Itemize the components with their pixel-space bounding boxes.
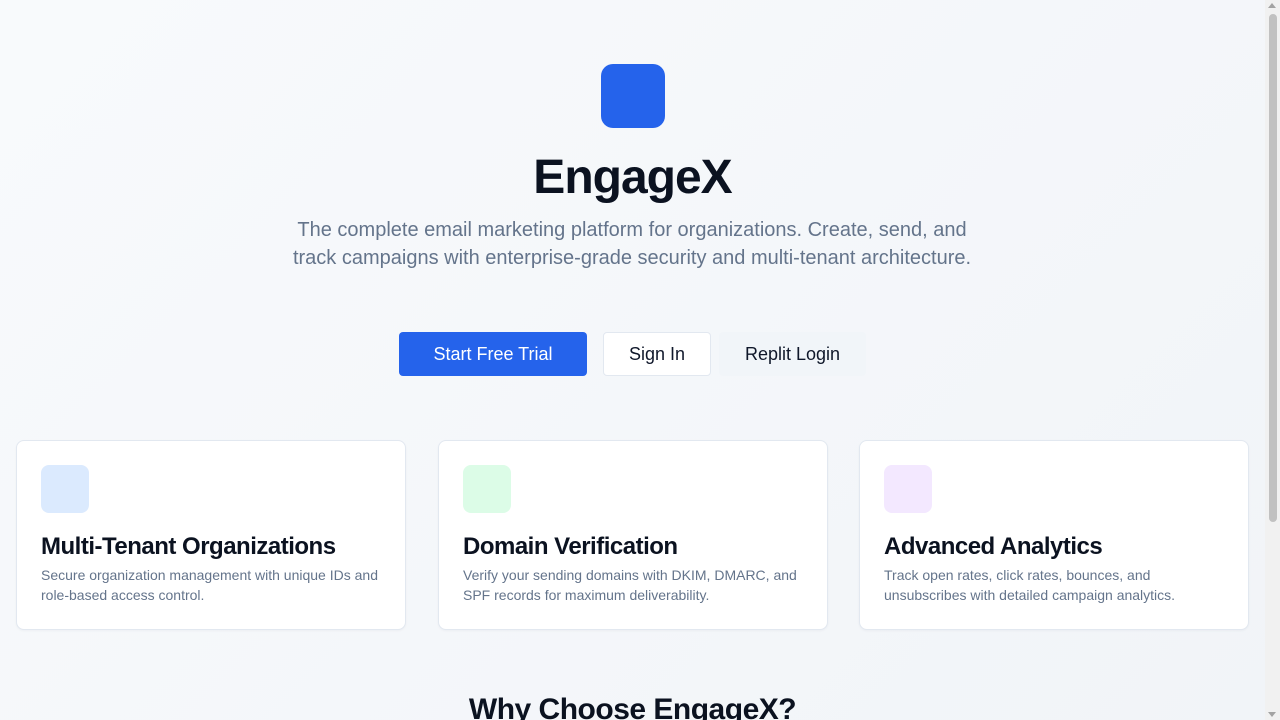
scroll-down-arrow-icon[interactable] — [1268, 712, 1276, 717]
feature-card-analytics: Advanced Analytics Track open rates, cli… — [859, 440, 1249, 630]
landing-page: EngageX The complete email marketing pla… — [0, 0, 1265, 720]
why-choose-heading: Why Choose EngageX? — [468, 693, 797, 720]
replit-login-button[interactable]: Replit Login — [719, 332, 866, 376]
domain-verification-icon — [463, 465, 511, 513]
feature-description: Track open rates, click rates, bounces, … — [884, 567, 1176, 603]
feature-description: Secure organization management with uniq… — [41, 567, 378, 603]
feature-title: Multi-Tenant Organizations — [41, 533, 336, 560]
feature-title: Domain Verification — [463, 533, 678, 560]
app-logo-icon — [601, 64, 665, 128]
page-scrollbar[interactable] — [1265, 0, 1280, 720]
feature-card-multi-tenant: Multi-Tenant Organizations Secure organi… — [16, 440, 406, 630]
feature-title: Advanced Analytics — [884, 533, 1103, 560]
scrollbar-thumb[interactable] — [1269, 14, 1277, 522]
scroll-up-arrow-icon[interactable] — [1268, 3, 1276, 8]
feature-description: Verify your sending domains with DKIM, D… — [463, 567, 797, 603]
start-free-trial-button[interactable]: Start Free Trial — [399, 332, 587, 376]
hero-tagline: The complete email marketing platform fo… — [292, 219, 972, 269]
organizations-icon — [41, 465, 89, 513]
analytics-icon — [884, 465, 932, 513]
feature-card-domain-verification: Domain Verification Verify your sending … — [438, 440, 828, 630]
sign-in-button[interactable]: Sign In — [603, 332, 711, 376]
app-title: EngageX — [533, 151, 732, 204]
